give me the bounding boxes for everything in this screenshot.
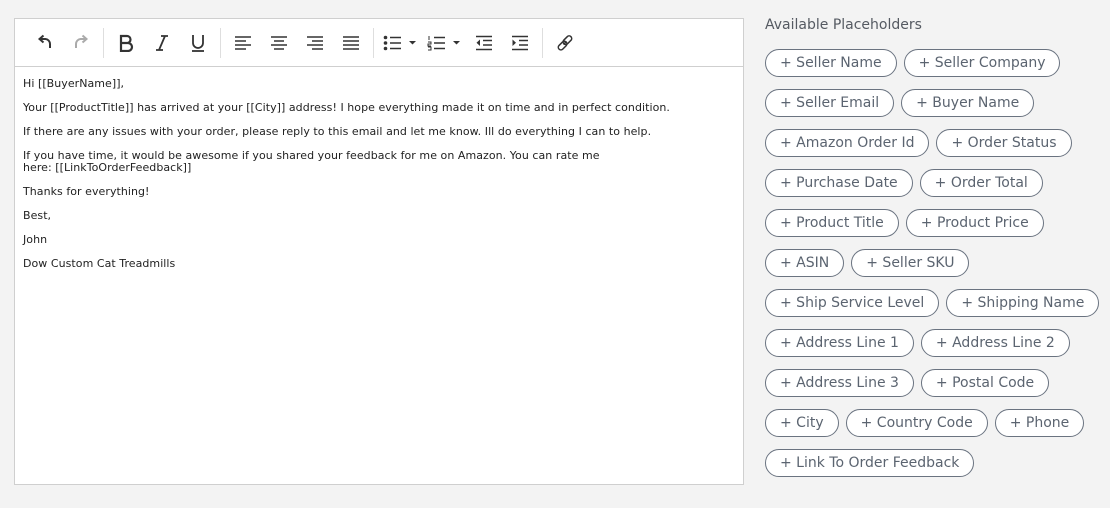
align-center-icon <box>271 35 287 50</box>
outdent-button[interactable] <box>469 28 499 58</box>
placeholder-chip-buyer-name[interactable]: + Buyer Name <box>901 89 1035 117</box>
placeholder-chip-link-to-order-feedback[interactable]: + Link To Order Feedback <box>765 449 975 477</box>
placeholder-chip-country-code[interactable]: + Country Code <box>845 409 988 437</box>
outdent-icon <box>476 35 492 50</box>
placeholder-chip-asin[interactable]: + ASIN <box>765 249 845 277</box>
placeholder-chip-seller-email[interactable]: + Seller Email <box>765 89 895 117</box>
undo-button[interactable] <box>30 28 60 58</box>
email-signature-company: Dow Custom Cat Treadmills <box>23 257 176 270</box>
placeholders-title: Available Placeholders <box>765 17 922 33</box>
email-signature-name: John <box>23 233 48 246</box>
placeholder-chip-address-line-1[interactable]: + Address Line 1 <box>765 329 914 357</box>
placeholder-chip-phone[interactable]: + Phone <box>994 409 1085 437</box>
redo-button[interactable] <box>66 28 96 58</box>
indent-icon <box>512 35 528 50</box>
email-signoff: Best, <box>23 209 52 222</box>
redo-icon <box>74 34 89 48</box>
indent-button[interactable] <box>505 28 535 58</box>
bullet-list-button[interactable] <box>380 28 420 58</box>
placeholder-chip-seller-sku[interactable]: + Seller SKU <box>851 249 970 277</box>
italic-button[interactable] <box>147 28 177 58</box>
numbered-list-icon <box>427 35 460 50</box>
toolbar-divider <box>542 27 543 58</box>
placeholder-chip-shipping-name[interactable]: + Shipping Name <box>946 289 1100 317</box>
toolbar-divider <box>220 27 221 58</box>
placeholder-chip-address-line-2[interactable]: + Address Line 2 <box>920 329 1070 357</box>
placeholders-panel: Available Placeholders + Seller Name + S… <box>765 14 1105 477</box>
underline-button[interactable] <box>183 28 213 58</box>
bold-icon <box>119 34 134 52</box>
link-button[interactable] <box>550 28 580 58</box>
editor-toolbar <box>15 19 743 67</box>
placeholder-chip-order-total[interactable]: + Order Total <box>919 169 1043 197</box>
email-body[interactable]: Hi [[BuyerName]], Your [[ProductTitle]] … <box>15 67 743 293</box>
align-right-button[interactable] <box>300 28 330 58</box>
email-editor: Hi [[BuyerName]], Your [[ProductTitle]] … <box>14 18 744 485</box>
align-left-button[interactable] <box>228 28 258 58</box>
email-paragraph-feedback: If you have time, it would be awesome if… <box>23 149 600 174</box>
placeholder-chip-city[interactable]: + City <box>765 409 839 437</box>
email-thanks: Thanks for everything! <box>23 185 150 198</box>
italic-icon <box>156 34 168 51</box>
placeholder-chip-product-title[interactable]: + Product Title <box>765 209 899 237</box>
placeholder-chip-purchase-date[interactable]: + Purchase Date <box>765 169 913 197</box>
placeholder-chip-list: + Seller Name + Seller Company + Seller … <box>765 49 1105 477</box>
email-paragraph-arrival: Your [[ProductTitle]] has arrived at you… <box>23 101 670 114</box>
placeholder-chip-product-price[interactable]: + Product Price <box>905 209 1044 237</box>
placeholder-chip-seller-company[interactable]: + Seller Company <box>903 49 1061 77</box>
placeholder-chip-address-line-3[interactable]: + Address Line 3 <box>765 369 914 397</box>
bold-button[interactable] <box>111 28 141 58</box>
email-paragraph-issues: If there are any issues with your order,… <box>23 125 652 138</box>
placeholder-chip-postal-code[interactable]: + Postal Code <box>920 369 1050 397</box>
align-left-icon <box>235 35 251 50</box>
align-right-icon <box>307 35 323 50</box>
undo-icon <box>37 34 52 48</box>
toolbar-divider <box>373 27 374 58</box>
link-icon <box>557 34 573 51</box>
underline-icon <box>192 34 204 52</box>
placeholder-chip-seller-name[interactable]: + Seller Name <box>765 49 897 77</box>
align-center-button[interactable] <box>264 28 294 58</box>
email-greeting: Hi [[BuyerName]], <box>23 77 125 90</box>
bullet-list-icon <box>383 35 416 50</box>
align-justify-icon <box>343 35 359 50</box>
align-justify-button[interactable] <box>336 28 366 58</box>
toolbar-divider <box>103 27 104 58</box>
placeholder-chip-order-status[interactable]: + Order Status <box>936 129 1072 157</box>
numbered-list-button[interactable] <box>424 28 464 58</box>
placeholder-chip-ship-service-level[interactable]: + Ship Service Level <box>765 289 940 317</box>
placeholder-chip-amazon-order-id[interactable]: + Amazon Order Id <box>765 129 930 157</box>
